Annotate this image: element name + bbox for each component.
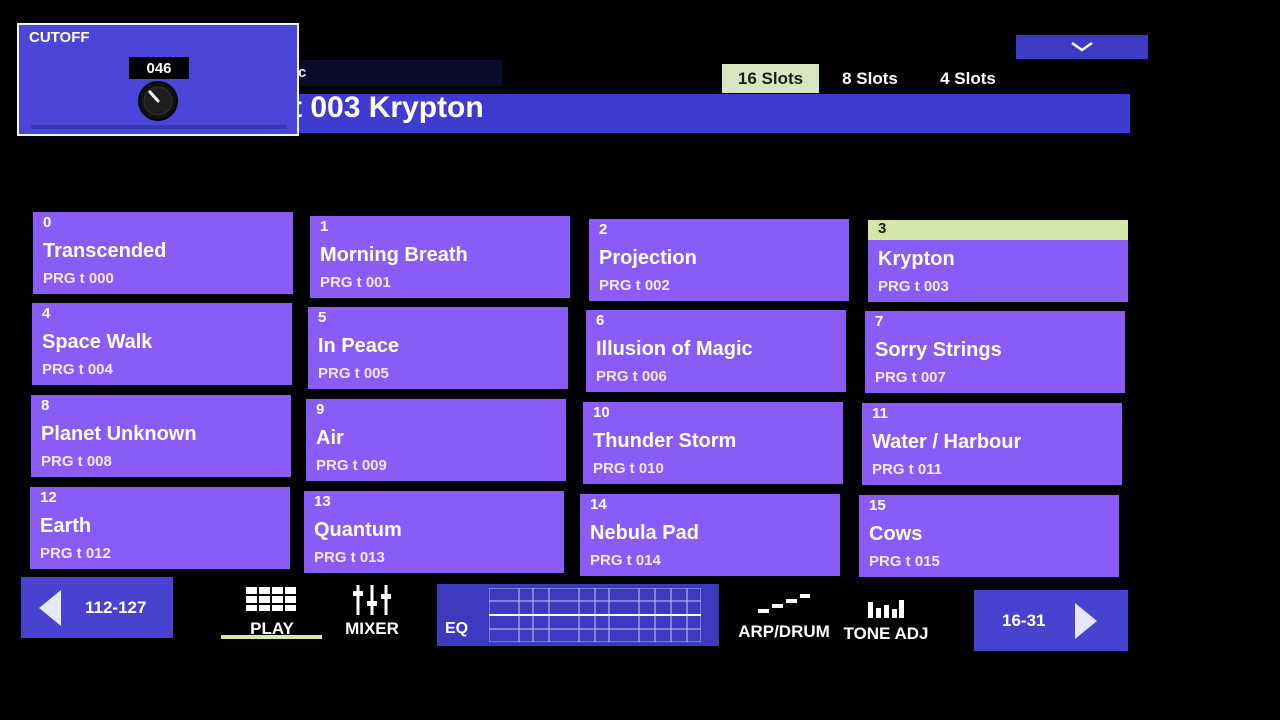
next-range-label: 16-31 bbox=[1002, 610, 1046, 630]
cutoff-knob[interactable] bbox=[137, 80, 179, 122]
program-slot-1[interactable]: 1 Morning Breath PRG t 001 bbox=[310, 216, 570, 298]
program-name: Morning Breath bbox=[320, 244, 468, 266]
slot-number: 13 bbox=[314, 493, 331, 510]
mixer-faders-icon bbox=[353, 585, 391, 615]
program-slot-2[interactable]: 2 Projection PRG t 002 bbox=[589, 219, 849, 301]
slot-number: 3 bbox=[878, 220, 887, 237]
program-id: PRG t 005 bbox=[318, 365, 389, 382]
tab-4-slots[interactable]: 4 Slots bbox=[920, 64, 1016, 93]
next-bank-button[interactable]: 16-31 bbox=[974, 590, 1128, 651]
program-id: PRG t 000 bbox=[43, 270, 114, 287]
mixer-label: MIXER bbox=[345, 619, 399, 638]
program-id: PRG t 010 bbox=[593, 460, 664, 477]
program-slot-10[interactable]: 10 Thunder Storm PRG t 010 bbox=[583, 402, 843, 484]
program-id: PRG t 009 bbox=[316, 457, 387, 474]
program-name: Nebula Pad bbox=[590, 522, 699, 544]
program-id: PRG t 003 bbox=[878, 278, 949, 295]
program-name: Thunder Storm bbox=[593, 430, 737, 452]
program-id: PRG t 012 bbox=[40, 545, 111, 562]
tone-adjust-label: TONE ADJ bbox=[843, 624, 929, 643]
program-slot-13[interactable]: 13 Quantum PRG t 013 bbox=[304, 491, 564, 573]
cutoff-track bbox=[31, 125, 287, 129]
cutoff-label: CUTOFF bbox=[29, 29, 90, 46]
program-slot-9[interactable]: 9 Air PRG t 009 bbox=[306, 399, 566, 481]
slot-number: 6 bbox=[596, 312, 605, 329]
cutoff-popup: CUTOFF 046 bbox=[17, 23, 299, 136]
program-name: In Peace bbox=[318, 335, 400, 357]
arp-steps-icon bbox=[758, 594, 810, 613]
chevron-down-icon bbox=[1071, 41, 1093, 52]
program-id: PRG t 013 bbox=[314, 549, 385, 566]
slot-number: 11 bbox=[872, 405, 888, 422]
program-slot-8[interactable]: 8 Planet Unknown PRG t 008 bbox=[31, 395, 291, 477]
program-id: PRG t 008 bbox=[41, 453, 112, 470]
program-slot-11[interactable]: 11 Water / Harbour PRG t 011 bbox=[862, 403, 1122, 485]
program-slot-5[interactable]: 5 In Peace PRG t 005 bbox=[308, 307, 568, 389]
program-slot-4[interactable]: 4 Space Walk PRG t 004 bbox=[32, 303, 292, 385]
program-name: Earth bbox=[40, 515, 92, 537]
eq-label: EQ bbox=[445, 620, 469, 637]
slot-number: 8 bbox=[41, 397, 50, 414]
program-name: Projection bbox=[599, 247, 697, 269]
program-name: Krypton bbox=[878, 248, 955, 270]
slot-number: 7 bbox=[875, 313, 884, 330]
program-name: Air bbox=[316, 427, 344, 449]
arp-drum-label: ARP/DRUM bbox=[738, 622, 830, 641]
cutoff-value: 046 bbox=[129, 57, 189, 79]
program-name: Planet Unknown bbox=[41, 423, 197, 445]
eq-button[interactable]: EQ bbox=[437, 584, 719, 646]
program-slot-0[interactable]: 0 Transcended PRG t 000 bbox=[33, 212, 293, 294]
program-title: t 003 Krypton bbox=[292, 91, 484, 124]
dropdown-toggle-button[interactable] bbox=[1016, 35, 1148, 59]
prev-range-label: 112-127 bbox=[85, 597, 147, 617]
program-id: PRG t 014 bbox=[590, 552, 661, 569]
program-id: PRG t 007 bbox=[875, 369, 946, 386]
arrow-right-icon bbox=[1075, 602, 1098, 639]
play-button[interactable]: PLAY bbox=[222, 583, 322, 639]
program-id: PRG t 015 bbox=[869, 553, 940, 570]
slot-number: 15 bbox=[869, 497, 886, 514]
program-name: Water / Harbour bbox=[872, 431, 1022, 453]
program-slot-12[interactable]: 12 Earth PRG t 012 bbox=[30, 487, 290, 569]
tab-16-slots[interactable]: 16 Slots bbox=[722, 64, 819, 93]
play-active-indicator bbox=[221, 635, 322, 639]
slot-number: 0 bbox=[43, 214, 52, 231]
slot-number: 2 bbox=[599, 221, 608, 238]
arp-drum-button[interactable]: ARP/DRUM bbox=[736, 590, 832, 642]
arrow-left-icon bbox=[39, 589, 61, 626]
program-slot-14[interactable]: 14 Nebula Pad PRG t 014 bbox=[580, 494, 840, 576]
program-name: Sorry Strings bbox=[875, 339, 1002, 361]
slot-number: 14 bbox=[590, 496, 607, 513]
program-id: PRG t 006 bbox=[596, 368, 667, 385]
program-name: Space Walk bbox=[42, 331, 153, 353]
program-id: PRG t 011 bbox=[872, 461, 943, 478]
program-name: Illusion of Magic bbox=[596, 338, 753, 360]
bar-levels-icon bbox=[868, 600, 904, 618]
program-slot-15[interactable]: 15 Cows PRG t 015 bbox=[859, 495, 1119, 577]
selected-indicator bbox=[868, 220, 1128, 240]
slot-number: 5 bbox=[318, 309, 327, 326]
slot-number: 12 bbox=[40, 489, 57, 506]
tone-adjust-button[interactable]: TONE ADJ bbox=[840, 592, 932, 644]
program-name: Cows bbox=[869, 523, 923, 545]
program-id: PRG t 002 bbox=[599, 277, 670, 294]
program-slot-6[interactable]: 6 Illusion of Magic PRG t 006 bbox=[586, 310, 846, 392]
program-slot-3[interactable]: 3 Krypton PRG t 003 bbox=[868, 220, 1128, 302]
slot-number: 10 bbox=[593, 404, 610, 421]
eq-graph bbox=[489, 588, 701, 642]
grid-icon bbox=[246, 587, 296, 611]
slot-number: 9 bbox=[316, 401, 325, 418]
tab-8-slots[interactable]: 8 Slots bbox=[822, 64, 918, 93]
program-id: PRG t 001 bbox=[320, 274, 391, 291]
mixer-button[interactable]: MIXER bbox=[330, 583, 414, 639]
program-name: Transcended bbox=[43, 240, 167, 262]
program-name: Quantum bbox=[314, 519, 402, 541]
prev-bank-button[interactable]: 112-127 bbox=[21, 577, 173, 638]
program-slot-7[interactable]: 7 Sorry Strings PRG t 007 bbox=[865, 311, 1125, 393]
slot-number: 4 bbox=[42, 305, 51, 322]
program-id: PRG t 004 bbox=[42, 361, 113, 378]
header-label: c bbox=[298, 64, 307, 81]
slot-number: 1 bbox=[320, 218, 329, 235]
header-label-background bbox=[300, 60, 502, 86]
